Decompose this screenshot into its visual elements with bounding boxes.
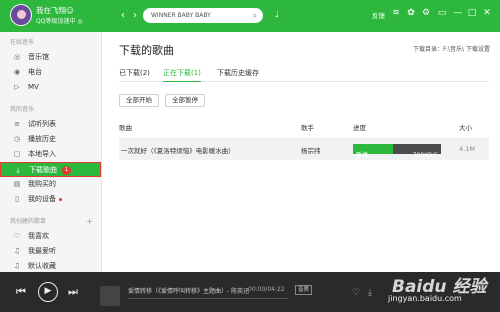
sidebar-item-radio[interactable]: ◉ 电台 [0, 65, 101, 80]
avatar[interactable] [10, 4, 32, 26]
play-progress-track[interactable] [128, 298, 288, 299]
feedback-link[interactable]: 反馈 [372, 10, 385, 20]
column-size: 大小 [459, 124, 472, 132]
history-icon: ◷ [13, 135, 21, 143]
sidebar-item-label: 本地导入 [28, 150, 56, 158]
notification-dot [59, 197, 62, 201]
table-row[interactable]: 一次就好（《夏洛特烦恼》电影暖水曲） 杨宗纬 暂停 708KB/S 4.1M [119, 138, 489, 160]
download-status: 暂停 [356, 152, 369, 159]
main-panel: 下载的歌曲 下载目录：F:\音乐\ 下载设置 已下载(2) 正在下载(1) 下载… [103, 32, 500, 272]
wifi-icon[interactable]: ≋ [390, 8, 402, 18]
skin-icon[interactable]: ✿ [405, 8, 417, 18]
mic-icon[interactable]: ♩ [270, 8, 284, 23]
mv-icon: ▷ [14, 83, 20, 91]
download-icon: ⤓ [16, 166, 20, 174]
playlist-icon: ♫ [13, 247, 21, 255]
list-icon: ≡ [14, 120, 20, 128]
section-online-music: 在线音乐 [10, 39, 35, 46]
song-title: 一次就好（《夏洛特烦恼》电影暖水曲） [121, 147, 235, 155]
sidebar-item-devices[interactable]: ▯ 我的设备 [0, 192, 101, 207]
add-playlist-icon[interactable]: + [86, 215, 93, 229]
sidebar-item-label: 电台 [28, 68, 42, 76]
sidebar-item-label: 试听列表 [28, 120, 56, 128]
download-progress-bar: 暂停 708KB/S [353, 144, 441, 159]
watermark-url: jingyan.baidu.com [388, 294, 462, 303]
singer-name[interactable]: 杨宗纬 [301, 145, 321, 155]
playlist-icon: ♫ [13, 262, 21, 270]
page-title: 下载的歌曲 [119, 44, 174, 57]
sidebar-item-trial-list[interactable]: ≡ 试听列表 [0, 117, 101, 132]
column-song: 歌曲 [119, 124, 132, 132]
sidebar-item-label: 我最爱听 [28, 247, 56, 255]
now-playing-song[interactable]: 爱情转移（《爱情呼叫转移》主题曲）- 陈奕迅 [128, 286, 249, 295]
download-count-badge: 1 [62, 165, 71, 175]
sidebar-item-label: MV [28, 83, 39, 91]
like-icon[interactable]: ♡ [352, 288, 360, 298]
column-singer: 歌手 [301, 124, 314, 132]
sidebar-item-downloads[interactable]: ⤓ 下载歌曲 1 [0, 162, 101, 177]
next-icon[interactable]: ⏭ [68, 285, 78, 299]
close-icon[interactable]: ✕ [481, 8, 493, 18]
user-level: QQ等级加速中 ◎ [36, 18, 83, 25]
sidebar-item-most-listened[interactable]: ♫ 我最爱听 [0, 244, 101, 259]
tab-downloaded[interactable]: 已下载(2) [119, 66, 150, 82]
heart-icon: ♡ [13, 232, 21, 240]
play-button[interactable]: ▶ [38, 282, 58, 302]
sidebar-item-label: 音乐馆 [28, 53, 49, 61]
section-created-playlists: 我创建的歌单 + [0, 215, 101, 229]
sidebar-item-history[interactable]: ◷ 播放历史 [0, 132, 101, 147]
purchase-icon: ▤ [13, 180, 21, 188]
user-name[interactable]: 我在飞翔☺ [36, 5, 74, 16]
download-tabs: 已下载(2) 正在下载(1) 下载历史缓存 [119, 66, 489, 82]
import-icon: ▢ [13, 150, 21, 158]
sidebar-item-label: 默认收藏 [28, 262, 56, 270]
title-bar: 我在飞翔☺ QQ等级加速中 ◎ ‹ › WINNER BABY BABY ⌕ ♩… [0, 0, 500, 32]
player-download-icon[interactable]: ⤓ [368, 288, 372, 298]
sidebar-item-label: 播放历史 [28, 135, 56, 143]
sidebar-item-label: 我的设备 [28, 195, 56, 203]
settings-icon[interactable]: ⚙ [420, 8, 432, 18]
table-header: 歌曲 歌手 进度 大小 [119, 122, 489, 134]
previous-icon[interactable]: ⏮ [16, 285, 26, 299]
tab-download-history[interactable]: 下载历史缓存 [217, 66, 259, 82]
section-my-music: 我的音乐 [10, 106, 35, 113]
device-icon: ▯ [15, 195, 19, 203]
maximize-icon[interactable]: □ [466, 8, 478, 18]
forward-icon[interactable]: › [128, 9, 142, 23]
tab-downloading[interactable]: 正在下载(1) [163, 66, 201, 82]
play-time: 00:00/04:22 [248, 286, 285, 293]
sidebar-item-label: 我喜欢 [28, 232, 49, 240]
sidebar-item-label: 下载歌曲 [29, 166, 57, 174]
download-directory[interactable]: 下载目录：F:\音乐\ 下载设置 [413, 44, 490, 53]
file-size: 4.1M [459, 145, 475, 153]
search-value: WINNER BABY BABY [151, 12, 211, 19]
start-all-button[interactable]: 全部开始 [119, 94, 159, 107]
minimize-icon[interactable]: — [452, 8, 464, 18]
search-icon[interactable]: ⌕ [253, 8, 257, 23]
section-label: 我创建的歌单 [10, 218, 47, 225]
sidebar-item-favorites[interactable]: ♡ 我喜欢 [0, 229, 101, 244]
sidebar-item-purchased[interactable]: ▤ 我购买的 [0, 177, 101, 192]
quality-button[interactable]: 音质 [295, 285, 313, 295]
sidebar: 在线音乐 ◎ 音乐馆 ◉ 电台 ▷ MV 我的音乐 ≡ 试听列表 ◷ 播放历史 ▢ 本地导入… [0, 32, 102, 272]
album-cover[interactable] [100, 286, 120, 306]
sidebar-item-local-import[interactable]: ▢ 本地导入 [0, 147, 101, 162]
radio-icon: ◉ [13, 68, 21, 76]
download-speed: 708KB/S [412, 152, 438, 159]
sidebar-item-default-collection[interactable]: ♫ 默认收藏 [0, 259, 101, 272]
search-input[interactable]: WINNER BABY BABY ⌕ [143, 8, 263, 23]
sidebar-item-mv[interactable]: ▷ MV [0, 80, 101, 95]
sidebar-item-music-hall[interactable]: ◎ 音乐馆 [0, 50, 101, 65]
column-progress: 进度 [353, 124, 366, 132]
music-hall-icon: ◎ [13, 53, 21, 61]
mini-mode-icon[interactable]: ▭ [436, 8, 448, 18]
sidebar-item-label: 我购买的 [28, 180, 56, 188]
pause-all-button[interactable]: 全部暂停 [165, 94, 205, 107]
